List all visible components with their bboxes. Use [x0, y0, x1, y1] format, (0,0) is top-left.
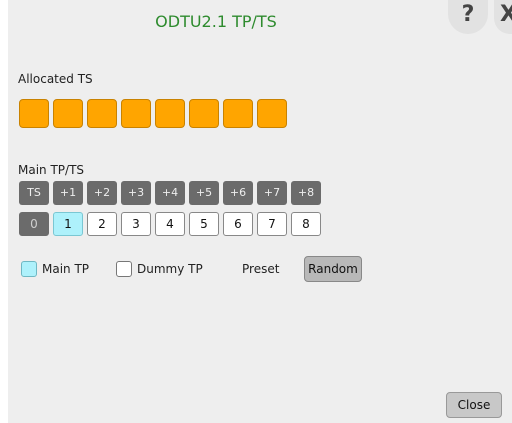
ts-cell-2[interactable]: 2 [87, 212, 117, 236]
allocated-ts-block [155, 99, 185, 128]
dummy-tp-legend-label: Dummy TP [137, 262, 203, 276]
allocated-ts-block [19, 99, 49, 128]
allocated-ts-label: Allocated TS [18, 72, 93, 86]
preset-label: Preset [242, 262, 280, 276]
ts-header-cell: +8 [291, 181, 321, 205]
ts-cell-8[interactable]: 8 [291, 212, 321, 236]
main-tp-legend-label: Main TP [42, 262, 90, 276]
random-button[interactable]: Random [304, 256, 362, 282]
help-icon[interactable]: ? [448, 0, 488, 34]
allocated-ts-block [53, 99, 83, 128]
dummy-tp-legend-swatch [116, 261, 132, 277]
main-tp-legend-swatch [21, 261, 37, 277]
allocated-ts-block [223, 99, 253, 128]
ts-header-cell: +6 [223, 181, 253, 205]
main-tp-ts-label: Main TP/TS [18, 163, 85, 177]
ts-cell-1[interactable]: 1 [53, 212, 83, 236]
allocated-ts-block [189, 99, 219, 128]
ts-cell-3[interactable]: 3 [121, 212, 151, 236]
ts-cell-5[interactable]: 5 [189, 212, 219, 236]
ts-header-cell: +4 [155, 181, 185, 205]
ts-cell-7[interactable]: 7 [257, 212, 287, 236]
ts-cell-6[interactable]: 6 [223, 212, 253, 236]
ts-header-cell: +1 [53, 181, 83, 205]
odtu-dialog: ODTU2.1 TP/TS ? X Allocated TS Main TP/T… [8, 0, 512, 423]
ts-header-cell: +3 [121, 181, 151, 205]
ts-header-cell: TS [19, 181, 49, 205]
ts-header-cell: +7 [257, 181, 287, 205]
ts-cell-4[interactable]: 4 [155, 212, 185, 236]
dialog-title: ODTU2.1 TP/TS [155, 12, 277, 31]
ts-header-cell: +5 [189, 181, 219, 205]
close-x-icon[interactable]: X [494, 0, 512, 34]
ts-cell-0: 0 [19, 212, 49, 236]
ts-header-cell: +2 [87, 181, 117, 205]
close-button[interactable]: Close [446, 392, 502, 418]
allocated-ts-block [121, 99, 151, 128]
allocated-ts-block [87, 99, 117, 128]
allocated-ts-block [257, 99, 287, 128]
